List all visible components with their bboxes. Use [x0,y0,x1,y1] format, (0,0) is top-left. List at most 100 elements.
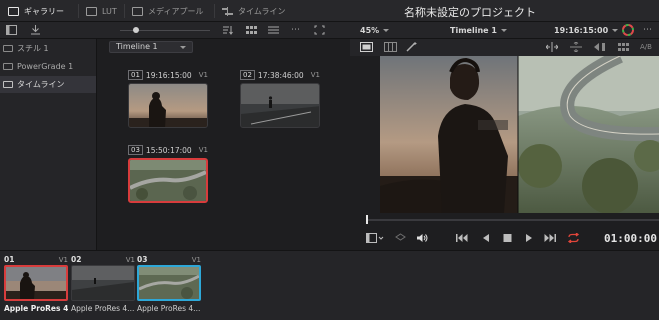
still-thumbnail[interactable] [240,83,320,128]
split-vertical-icon[interactable] [570,41,582,53]
download-icon[interactable] [30,25,41,35]
stop-icon[interactable] [503,233,512,246]
sidebar-item-label: スチル 1 [17,44,49,53]
panel-toggle-icon[interactable] [6,25,17,35]
timeline-icon [3,81,13,88]
album-icon [3,63,13,70]
volume-icon[interactable] [416,233,428,246]
still-thumbnail[interactable] [128,158,208,203]
clip-number: 03 [137,255,148,264]
tab-media-pool[interactable]: メディアプール [132,0,203,22]
project-title: 名称未設定のプロジェクト [404,6,536,19]
grid-icon[interactable] [618,42,629,52]
split-horizontal-icon[interactable] [545,42,559,52]
still-number: 02 [240,70,255,80]
clip-thumbnail[interactable] [137,265,201,301]
viewer-header: A/B [350,39,659,56]
still-item[interactable]: 01 19:16:15:00 V1 [128,69,208,128]
single-view-icon[interactable] [360,42,373,52]
chevron-down-icon [612,29,619,32]
fit-icon[interactable] [314,25,325,35]
still-track: V1 [310,71,320,79]
clip-item[interactable]: 01 V1 Apple ProRes 4... [4,254,68,313]
playhead[interactable] [366,215,368,224]
still-number: 01 [128,70,143,80]
toolbar-timecode: 19:16:15:00 [554,26,609,35]
chevron-down-icon [180,46,186,49]
zoom-value: 45% [360,26,380,35]
clip-thumbnail[interactable] [71,265,135,301]
step-back-icon[interactable] [482,233,490,246]
more-options-icon[interactable]: ⋯ [642,25,653,35]
grid-view-icon[interactable] [246,25,257,35]
clip-item[interactable]: 02 V1 Apple ProRes 4... [71,254,135,313]
clip-number: 02 [71,255,82,264]
timeline-dropdown[interactable]: Timeline 1 [450,24,507,37]
ab-compare-label[interactable]: A/B [640,43,652,51]
list-view-icon[interactable] [268,25,279,35]
chevron-down-icon [383,29,390,32]
clip-track: V1 [125,255,135,264]
thumbnail-size-knob[interactable] [133,27,139,33]
tab-lut-label: LUT [102,6,117,16]
still-timecode: 19:16:15:00 [145,70,192,80]
clip-name: Apple ProRes 4... [4,304,68,313]
sort-icon[interactable] [222,25,233,35]
clip-thumbnail[interactable] [4,265,68,301]
toolbar: ⋯ 45% Timeline 1 19:16:15:00 ⋯ [0,22,659,39]
sidebar-item-stills[interactable]: スチル 1 [0,40,96,57]
magic-wand-icon[interactable] [406,42,417,52]
sidebar-item-label: タイムライン [17,80,65,89]
sidebar-item-label: PowerGrade 1 [17,62,74,71]
tab-timeline-label: タイムライン [238,6,286,16]
go-to-start-icon[interactable] [456,233,468,246]
clip-track: V1 [191,255,201,264]
filmstrip-view-icon[interactable] [384,42,397,52]
chevron-down-icon [500,29,507,32]
gallery-icon [8,6,19,16]
still-number: 03 [128,145,143,155]
clip-name: Apple ProRes 4... [71,304,135,313]
go-to-end-icon[interactable] [544,233,556,246]
tab-gallery[interactable]: ギャラリー [8,0,64,22]
clip-name: Apple ProRes 4... [137,304,201,313]
still-track: V1 [198,146,208,154]
tab-gallery-label: ギャラリー [24,6,64,16]
timeline-name: Timeline 1 [450,26,497,35]
album-icon [3,45,13,52]
sidebar-item-powergrade[interactable]: PowerGrade 1 [0,58,96,75]
more-options-icon[interactable]: ⋯ [290,25,301,35]
timeline-select-value: Timeline 1 [116,42,158,51]
play-icon[interactable] [525,233,533,246]
loop-icon[interactable] [567,232,580,246]
still-item[interactable]: 03 15:50:17:00 V1 [128,144,208,203]
timeline-select[interactable]: Timeline 1 [109,41,193,53]
clip-item[interactable]: 03 V1 Apple ProRes 4... [137,254,201,313]
clip-number: 01 [4,255,15,264]
timeline-icon [222,6,233,16]
color-wheel-icon[interactable] [622,24,634,36]
zoom-dropdown[interactable]: 45% [360,24,390,37]
sidebar: スチル 1 PowerGrade 1 タイムライン [0,39,97,250]
clip-track: V1 [58,255,68,264]
scrubber-bar[interactable] [352,213,659,227]
lut-icon [86,6,97,16]
still-item[interactable]: 02 17:38:46:00 V1 [240,69,320,128]
viewer[interactable] [380,56,659,213]
clip-bar: 01 V1 Apple ProRes 4... 02 V1 [0,250,659,320]
still-timecode: 17:38:46:00 [257,70,304,80]
still-track: V1 [198,71,208,79]
media-pool-icon [132,6,143,16]
viewer-mode-icon[interactable] [366,233,384,246]
timecode-dropdown[interactable]: 19:16:15:00 [554,24,619,37]
viewer-timecode: 01:00:00 [604,232,657,245]
still-timecode: 15:50:17:00 [145,145,192,155]
tab-timeline[interactable]: タイムライン [222,0,285,22]
layers-icon[interactable] [395,233,406,246]
top-bar: ギャラリー LUT メディアプール タイムライン 名称未設定のプロジェクト [0,0,659,22]
wipe-icon[interactable] [594,42,605,52]
sidebar-item-timeline[interactable]: タイムライン [0,76,96,93]
transport-controls: 01:00:00 [352,227,659,250]
still-thumbnail[interactable] [128,83,208,128]
tab-lut[interactable]: LUT [86,0,117,22]
